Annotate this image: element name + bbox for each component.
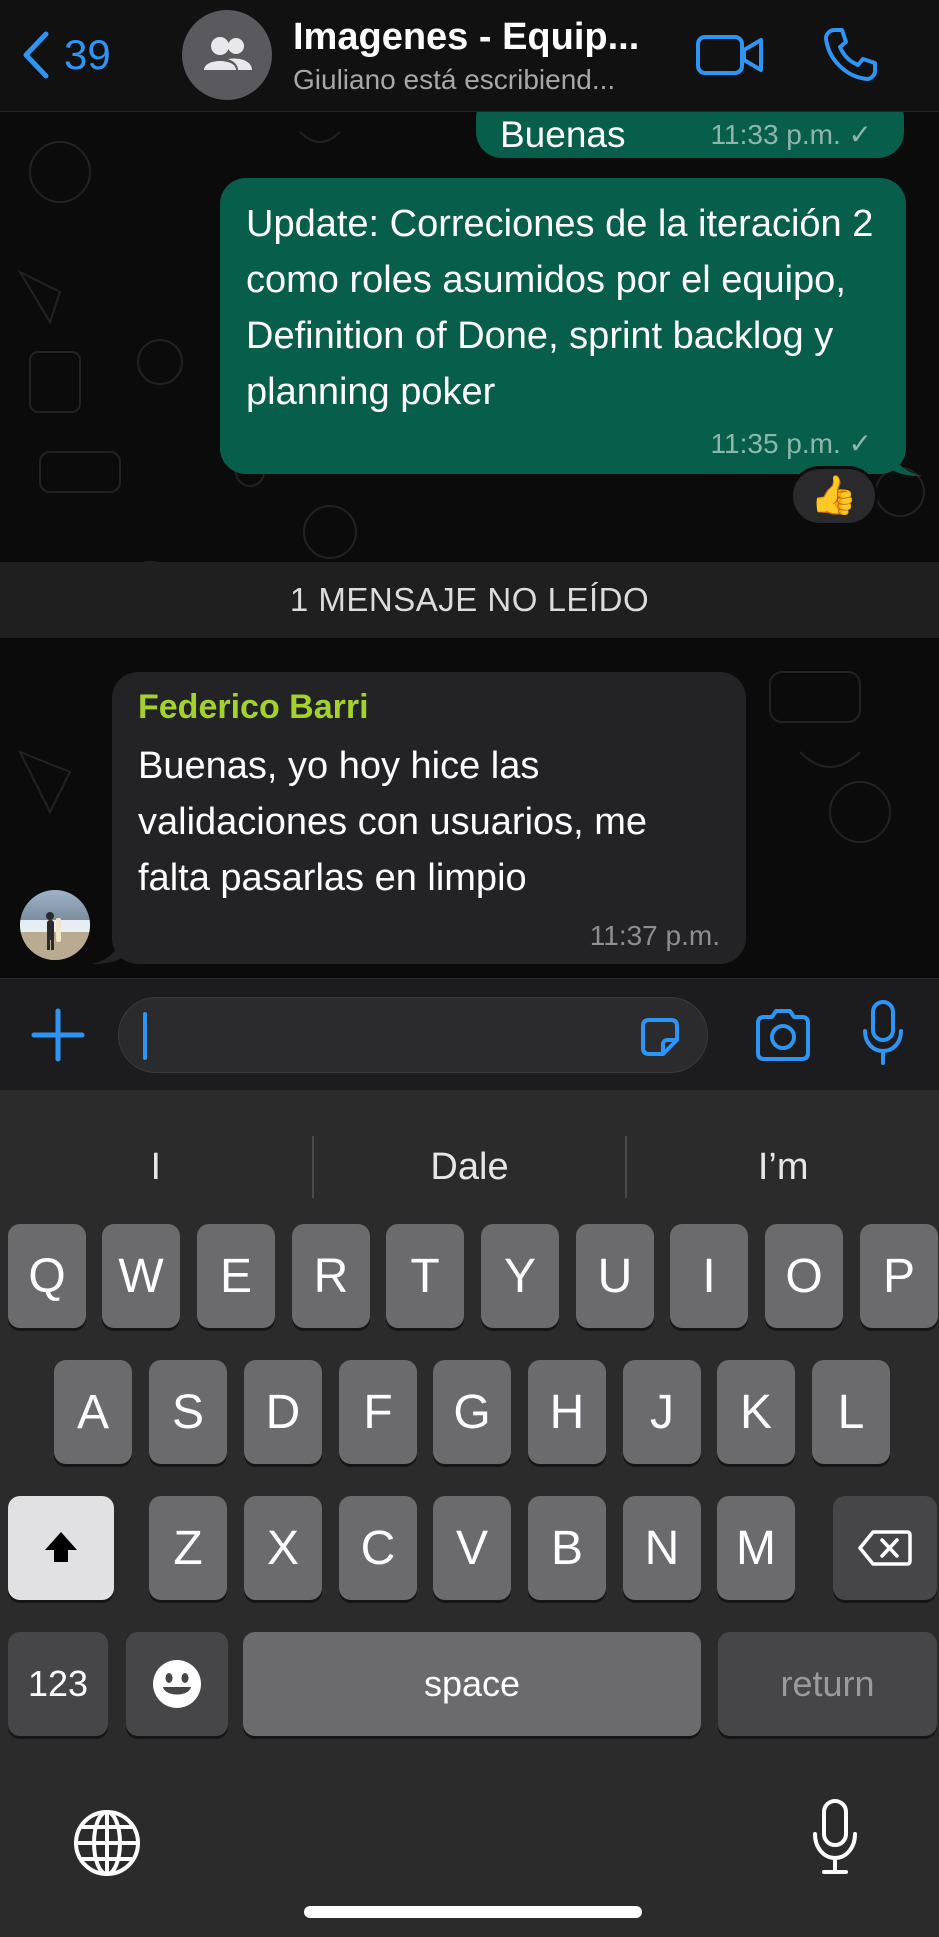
key-y[interactable]: Y bbox=[481, 1224, 559, 1328]
key-m[interactable]: M bbox=[717, 1496, 795, 1600]
key-s[interactable]: S bbox=[149, 1360, 227, 1464]
key-f[interactable]: F bbox=[339, 1360, 417, 1464]
delete-key[interactable] bbox=[833, 1496, 937, 1600]
key-k[interactable]: K bbox=[717, 1360, 795, 1464]
surfer-photo bbox=[20, 912, 90, 960]
chevron-left-icon bbox=[23, 31, 49, 79]
shift-arrow-icon bbox=[45, 1532, 77, 1562]
camera-icon[interactable] bbox=[752, 1007, 814, 1063]
sender-avatar[interactable] bbox=[20, 890, 90, 960]
on-screen-keyboard: I Dale I’m Q W E R T Y U I O P A S D F G… bbox=[0, 1090, 939, 1937]
suggestion-item[interactable]: I’m bbox=[627, 1146, 939, 1189]
unread-divider: 1 MENSAJE NO LEÍDO bbox=[0, 562, 939, 638]
dictation-mic-icon[interactable] bbox=[810, 1798, 860, 1878]
message-text: Update: Correciones de la iteración 2 co… bbox=[246, 203, 874, 413]
key-l[interactable]: L bbox=[812, 1360, 890, 1464]
key-b[interactable]: B bbox=[528, 1496, 606, 1600]
key-g[interactable]: G bbox=[433, 1360, 511, 1464]
message-timestamp: 11:33 p.m. ✓ bbox=[710, 119, 872, 150]
key-v[interactable]: V bbox=[433, 1496, 511, 1600]
chat-header: 39 Imagenes - Equip... Giuliano está esc… bbox=[0, 0, 939, 112]
emoji-icon bbox=[153, 1660, 201, 1708]
incoming-message[interactable]: Federico Barri Buenas, yo hoy hice las v… bbox=[112, 672, 746, 964]
key-x[interactable]: X bbox=[244, 1496, 322, 1600]
microphone-icon[interactable] bbox=[860, 999, 906, 1067]
suggestion-item[interactable]: I bbox=[0, 1146, 312, 1189]
return-key[interactable]: return bbox=[718, 1632, 937, 1736]
message-timestamp: 11:35 p.m. ✓ bbox=[710, 428, 872, 459]
message-timestamp: 11:37 p.m. bbox=[589, 920, 720, 951]
bubble-tail bbox=[890, 446, 922, 476]
key-e[interactable]: E bbox=[197, 1224, 275, 1328]
predictive-bar: I Dale I’m bbox=[0, 1120, 939, 1214]
key-t[interactable]: T bbox=[386, 1224, 464, 1328]
key-a[interactable]: A bbox=[54, 1360, 132, 1464]
key-j[interactable]: J bbox=[623, 1360, 701, 1464]
key-c[interactable]: C bbox=[339, 1496, 417, 1600]
sticker-icon[interactable] bbox=[637, 1014, 683, 1060]
key-r[interactable]: R bbox=[292, 1224, 370, 1328]
space-key[interactable]: space bbox=[243, 1632, 701, 1736]
chat-title[interactable]: Imagenes - Equip... bbox=[293, 16, 673, 59]
message-text: Buenas bbox=[500, 114, 626, 155]
plus-icon[interactable] bbox=[30, 1007, 86, 1063]
key-d[interactable]: D bbox=[244, 1360, 322, 1464]
globe-icon[interactable] bbox=[72, 1808, 142, 1878]
outgoing-message[interactable]: Buenas 11:33 p.m. ✓ bbox=[476, 112, 904, 158]
reaction-badge[interactable]: 👍 bbox=[790, 466, 878, 526]
key-h[interactable]: H bbox=[528, 1360, 606, 1464]
video-call-icon[interactable] bbox=[695, 28, 765, 82]
suggestion-item[interactable]: Dale bbox=[314, 1146, 626, 1189]
message-text: Buenas, yo hoy hice las validaciones con… bbox=[138, 745, 648, 899]
key-u[interactable]: U bbox=[576, 1224, 654, 1328]
unread-count: 39 bbox=[64, 31, 111, 78]
backspace-icon bbox=[858, 1530, 912, 1566]
message-input[interactable] bbox=[118, 997, 708, 1073]
key-i[interactable]: I bbox=[670, 1224, 748, 1328]
numbers-key[interactable]: 123 bbox=[8, 1632, 108, 1736]
home-indicator[interactable] bbox=[304, 1906, 642, 1918]
message-list[interactable]: Buenas 11:33 p.m. ✓ Update: Correciones … bbox=[0, 112, 939, 978]
group-avatar[interactable] bbox=[182, 10, 272, 100]
back-button[interactable]: 39 bbox=[18, 28, 111, 82]
key-n[interactable]: N bbox=[623, 1496, 701, 1600]
typing-status: Giuliano está escribiend... bbox=[293, 64, 616, 95]
text-caret bbox=[143, 1012, 147, 1060]
key-o[interactable]: O bbox=[765, 1224, 843, 1328]
outgoing-message[interactable]: Update: Correciones de la iteración 2 co… bbox=[220, 178, 906, 474]
key-q[interactable]: Q bbox=[8, 1224, 86, 1328]
key-z[interactable]: Z bbox=[149, 1496, 227, 1600]
key-p[interactable]: P bbox=[860, 1224, 938, 1328]
key-w[interactable]: W bbox=[102, 1224, 180, 1328]
phone-icon[interactable] bbox=[820, 24, 880, 84]
sender-name[interactable]: Federico Barri bbox=[138, 688, 369, 727]
emoji-key[interactable] bbox=[126, 1632, 228, 1736]
shift-key[interactable] bbox=[8, 1496, 114, 1600]
message-composer bbox=[0, 978, 939, 1090]
group-icon bbox=[204, 37, 252, 70]
